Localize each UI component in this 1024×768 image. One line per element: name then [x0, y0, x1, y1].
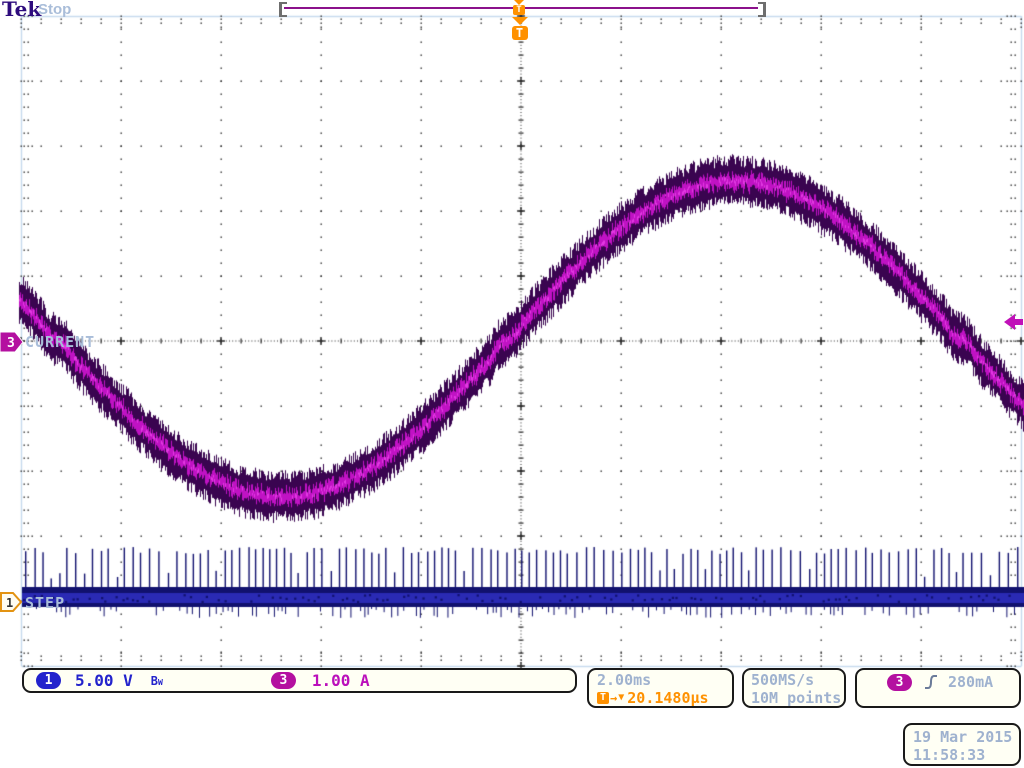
trigger-t-icon: T — [513, 5, 525, 15]
record-view-left-bracket-icon — [279, 2, 287, 17]
trigger-t-icon: T — [597, 692, 609, 704]
ch3-position-marker: 3 — [0, 331, 24, 353]
arrow-right-icon: → — [610, 689, 617, 707]
channel-scale-readout-box: 1 5.00 V BW 3 1.00 A — [22, 668, 577, 693]
ch3-badge: 3 — [271, 672, 296, 689]
record-length-readout: 10M points — [751, 689, 844, 707]
ch1-waveform-label: STEP — [25, 594, 65, 612]
time-readout: 11:58:33 — [913, 746, 1019, 764]
horizontal-readout-box: 2.00ms T → ▼ 20.1480µs — [587, 668, 734, 708]
ch1-position-marker: 1 — [0, 592, 23, 612]
trigger-readout-box: 3 280mA — [855, 668, 1021, 708]
record-view-right-bracket-icon — [758, 2, 766, 17]
trigger-level-readout: 280mA — [948, 673, 993, 691]
sample-rate-readout: 500MS/s — [751, 671, 844, 689]
trigger-position-marker: T — [511, 17, 528, 40]
svg-text:1: 1 — [6, 596, 13, 610]
trigger-triangle-icon — [512, 17, 528, 25]
date-readout: 19 Mar 2015 — [913, 728, 1019, 746]
trigger-position-record-icon: T — [512, 0, 526, 15]
datetime-box: 19 Mar 2015 11:58:33 — [903, 723, 1021, 766]
ch1-badge: 1 — [36, 672, 61, 689]
triangle-down-icon: ▼ — [618, 689, 624, 707]
ch3-waveform-label: CURRENT — [25, 333, 95, 351]
trigger-t-icon: T — [512, 26, 528, 40]
ch3-vertical-scale: 1.00 A — [312, 671, 370, 690]
ch1-vertical-scale: 5.00 V — [75, 671, 133, 690]
svg-text:3: 3 — [7, 336, 15, 351]
trigger-source-badge: 3 — [887, 674, 912, 691]
trigger-level-arrow-icon — [1004, 314, 1024, 331]
acquisition-readout-box: 500MS/s 10M points — [742, 668, 846, 708]
timebase-readout: 2.00ms — [597, 671, 732, 689]
rising-edge-slope-icon — [924, 674, 938, 690]
tek-logo: Tek — [2, 0, 41, 21]
trigger-delay-readout: 20.1480µs — [627, 689, 708, 707]
bandwidth-limit-icon: BW — [151, 674, 163, 688]
acquisition-status: Stop — [38, 1, 71, 18]
waveform-display-canvas — [0, 0, 1024, 768]
oscilloscope-screen: Tek Stop T T 3 CURRENT 1 STEP 1 5.00 V B… — [0, 0, 1024, 768]
